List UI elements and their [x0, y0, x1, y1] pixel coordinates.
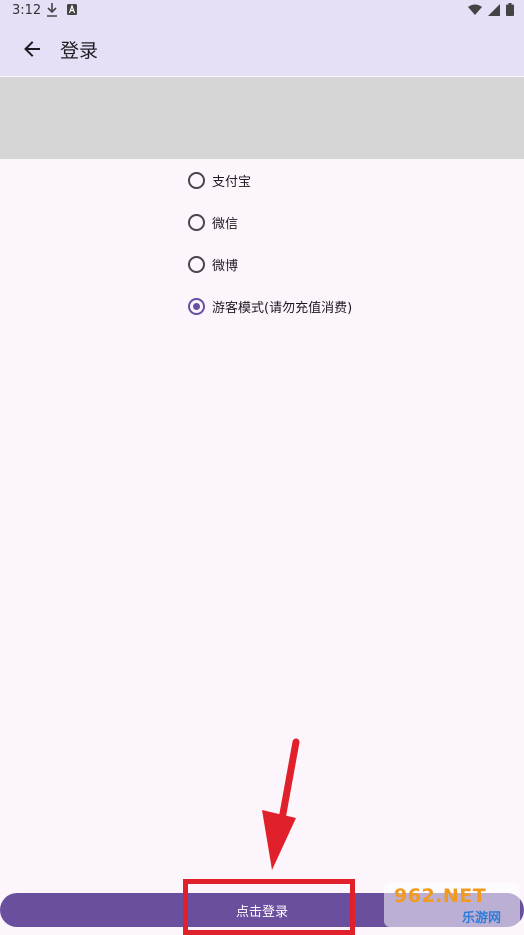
radio-alipay[interactable]: 支付宝	[188, 170, 352, 191]
signal-icon	[488, 3, 500, 16]
radio-wechat[interactable]: 微信	[188, 212, 352, 233]
status-system-icons	[468, 3, 514, 16]
arrow-left-icon	[24, 41, 40, 57]
login-button-label: 点击登录	[235, 904, 288, 920]
radio-label-weibo: 微博	[212, 259, 239, 274]
status-notifications	[46, 2, 78, 18]
wifi-icon	[468, 4, 482, 15]
radio-guest-mode[interactable]: 游客模式(请勿充值消费)	[188, 296, 352, 317]
battery-icon	[506, 3, 514, 16]
watermark-logo-text: 962.NET	[394, 885, 487, 907]
banner-placeholder	[0, 77, 524, 159]
download-icon	[47, 3, 57, 17]
radio-label-wechat: 微信	[212, 217, 239, 232]
annotation-arrow-icon	[262, 738, 300, 870]
page-title: 登录	[60, 40, 99, 62]
radio-button-icon	[188, 172, 205, 189]
login-method-group: 支付宝 微信 微博 游客模式(请勿充值消费)	[188, 170, 352, 338]
status-time: 3:12	[12, 3, 42, 18]
radio-button-icon	[188, 256, 205, 273]
radio-button-icon	[188, 298, 205, 315]
status-bar: 3:12	[0, 0, 524, 22]
back-button[interactable]	[18, 34, 48, 64]
radio-label-guest: 游客模式(请勿充值消费)	[212, 301, 353, 316]
site-watermark: 962.NET 乐游网	[384, 883, 520, 927]
app-bar: 登录	[0, 22, 524, 76]
watermark-sub-text: 乐游网	[462, 911, 502, 926]
app-notification-icon	[67, 4, 77, 15]
radio-weibo[interactable]: 微博	[188, 254, 352, 275]
radio-button-icon	[188, 214, 205, 231]
radio-label-alipay: 支付宝	[212, 175, 252, 190]
